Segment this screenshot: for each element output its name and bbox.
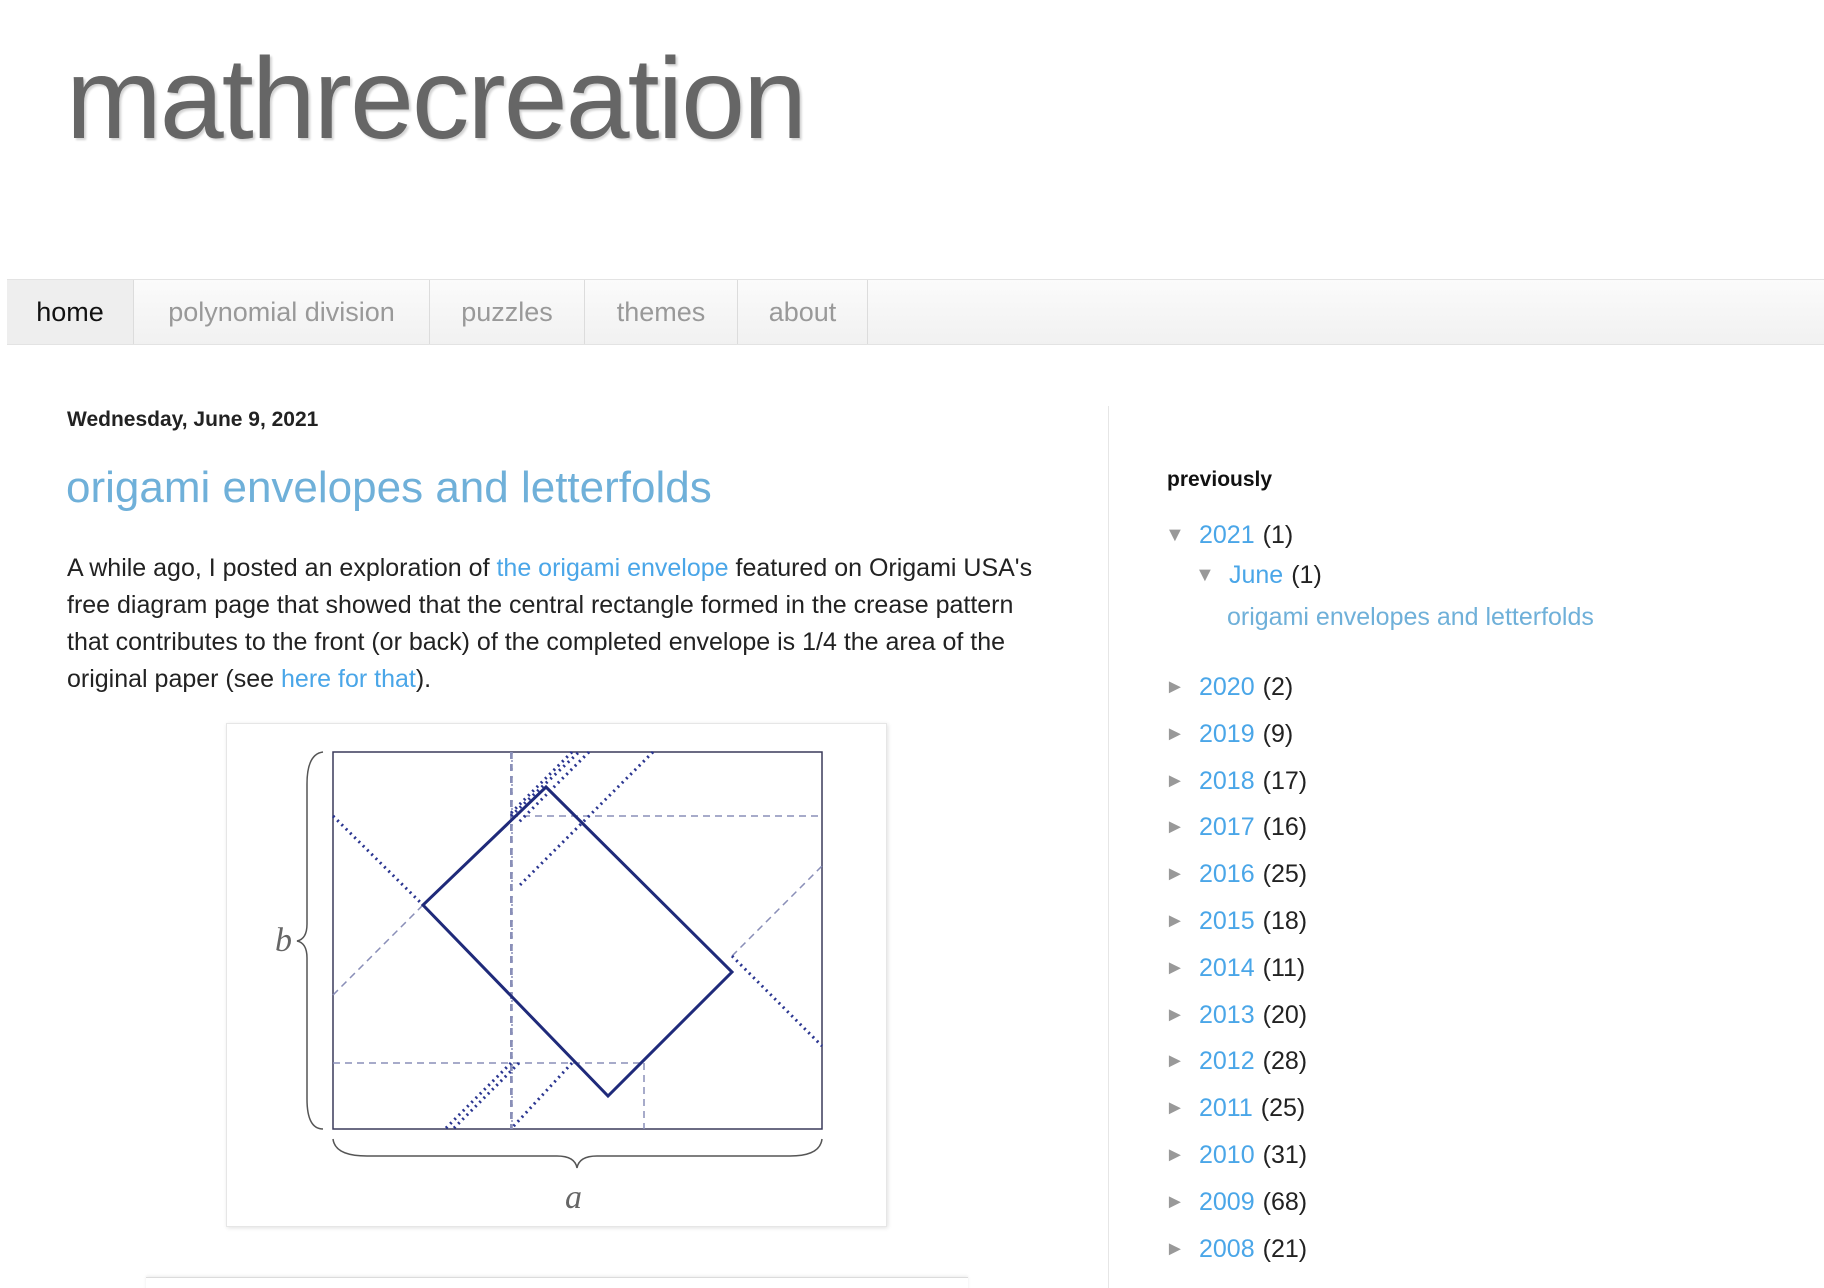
archive-count: (17) (1262, 766, 1308, 795)
archive-year-2017[interactable]: ► 2017 (16) (1165, 810, 1307, 844)
archive-count: (11) (1262, 953, 1306, 982)
archive-year-2019[interactable]: ► 2019 (9) (1165, 717, 1293, 751)
archive-year-link[interactable]: 2019 (1199, 720, 1255, 749)
expand-triangle-icon[interactable]: ► (1165, 1238, 1191, 1261)
archive-count: (20) (1262, 1000, 1308, 1029)
expand-triangle-icon[interactable]: ► (1165, 1004, 1191, 1027)
archive-year-link[interactable]: 2010 (1199, 1141, 1255, 1170)
archive-year-2018[interactable]: ► 2018 (17) (1165, 764, 1307, 798)
archive-count: (68) (1262, 1187, 1308, 1216)
tab-puzzles[interactable]: puzzles (430, 280, 585, 344)
tab-themes[interactable]: themes (585, 280, 738, 344)
archive-year-2010[interactable]: ► 2010 (31) (1165, 1138, 1307, 1172)
crease-pattern-figure[interactable]: b a (226, 723, 887, 1227)
archive-post-item[interactable]: origami envelopes and letterfolds (1227, 600, 1594, 634)
origami-envelope-link[interactable]: the origami envelope (496, 554, 728, 582)
collapse-triangle-icon[interactable]: ▼ (1195, 564, 1221, 587)
blog-title[interactable]: mathrecreation (66, 30, 807, 168)
archive-count: (18) (1262, 906, 1308, 935)
archive-year-link[interactable]: 2021 (1199, 521, 1255, 550)
archive-year-2016[interactable]: ► 2016 (25) (1165, 857, 1307, 891)
next-figure-edge (146, 1277, 968, 1288)
archive-year-2011[interactable]: ► 2011 (25) (1165, 1091, 1305, 1125)
archive-count: (1) (1262, 520, 1294, 549)
archive-year-link[interactable]: 2014 (1199, 954, 1255, 983)
archive-year-link[interactable]: 2015 (1199, 907, 1255, 936)
archive-year-2008[interactable]: ► 2008 (21) (1165, 1232, 1307, 1266)
archive-year-link[interactable]: 2013 (1199, 1001, 1255, 1030)
archive-year-link[interactable]: 2012 (1199, 1047, 1255, 1076)
tab-about[interactable]: about (738, 280, 868, 344)
archive-year-2014[interactable]: ► 2014 (11) (1165, 951, 1305, 985)
archive-count: (21) (1262, 1234, 1308, 1263)
archive-year-2020[interactable]: ► 2020 (2) (1165, 670, 1293, 704)
archive-year-link[interactable]: 2020 (1199, 673, 1255, 702)
archive-count: (16) (1262, 812, 1308, 841)
archive-post-link[interactable]: origami envelopes and letterfolds (1227, 603, 1594, 632)
expand-triangle-icon[interactable]: ► (1165, 770, 1191, 793)
archive-year-link[interactable]: 2009 (1199, 1188, 1255, 1217)
archive-count: (25) (1260, 1093, 1306, 1122)
archive-year-link[interactable]: 2017 (1199, 813, 1255, 842)
expand-triangle-icon[interactable]: ► (1165, 1191, 1191, 1214)
archive-month-link[interactable]: June (1229, 561, 1283, 590)
here-for-that-link[interactable]: here for that (281, 665, 416, 693)
archive-count: (25) (1262, 859, 1308, 888)
archive-year-link[interactable]: 2008 (1199, 1235, 1255, 1264)
expand-triangle-icon[interactable]: ► (1165, 1144, 1191, 1167)
expand-triangle-icon[interactable]: ► (1165, 816, 1191, 839)
crease-pattern-diagram: b a (275, 750, 824, 1216)
archive-count: (1) (1291, 560, 1322, 589)
label-b: b (275, 922, 292, 959)
blog-page: mathrecreation home polynomial division … (0, 0, 1824, 1288)
archive-count: (31) (1262, 1140, 1308, 1169)
collapse-triangle-icon[interactable]: ▼ (1165, 524, 1191, 547)
archive-year-2012[interactable]: ► 2012 (28) (1165, 1044, 1307, 1078)
archive-count: (28) (1262, 1046, 1308, 1075)
archive-year-2021[interactable]: ▼ 2021 (1) (1165, 518, 1293, 552)
tab-home[interactable]: home (7, 280, 134, 344)
expand-triangle-icon[interactable]: ► (1165, 863, 1191, 886)
post-body: A while ago, I posted an exploration of … (67, 550, 1047, 698)
post-date: Wednesday, June 9, 2021 (67, 408, 319, 431)
expand-triangle-icon[interactable]: ► (1165, 676, 1191, 699)
archive-year-link[interactable]: 2011 (1199, 1094, 1253, 1123)
archive-year-link[interactable]: 2016 (1199, 860, 1255, 889)
expand-triangle-icon[interactable]: ► (1165, 723, 1191, 746)
archive-count: (9) (1262, 719, 1294, 748)
post-text: ). (415, 665, 432, 693)
expand-triangle-icon[interactable]: ► (1165, 910, 1191, 933)
label-a: a (565, 1179, 582, 1216)
archive-year-2013[interactable]: ► 2013 (20) (1165, 998, 1307, 1032)
column-divider (1108, 406, 1109, 1288)
archive-count: (2) (1262, 672, 1294, 701)
expand-triangle-icon[interactable]: ► (1165, 1097, 1191, 1120)
expand-triangle-icon[interactable]: ► (1165, 1050, 1191, 1073)
archive-year-2009[interactable]: ► 2009 (68) (1165, 1185, 1307, 1219)
archive-month-june[interactable]: ▼ June (1) (1195, 558, 1322, 592)
expand-triangle-icon[interactable]: ► (1165, 957, 1191, 980)
archive-year-link[interactable]: 2018 (1199, 767, 1255, 796)
archive-year-2015[interactable]: ► 2015 (18) (1165, 904, 1307, 938)
sidebar-title: previously (1167, 468, 1273, 491)
nav-bar: home polynomial division puzzles themes … (7, 279, 1824, 345)
tab-polynomial-division[interactable]: polynomial division (134, 280, 430, 344)
post-text: A while ago, I posted an exploration of (67, 554, 497, 582)
post-title-link[interactable]: origami envelopes and letterfolds (66, 463, 712, 513)
